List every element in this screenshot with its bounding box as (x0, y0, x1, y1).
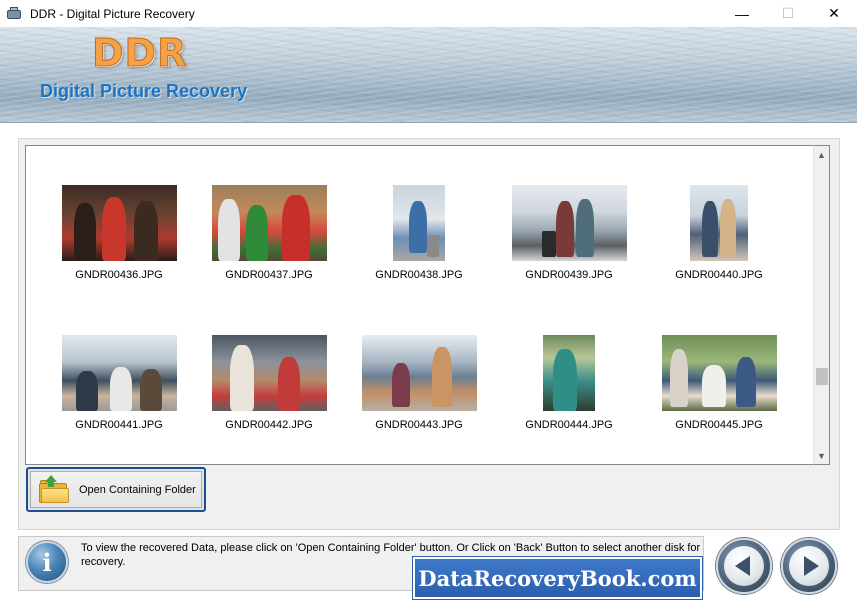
open-containing-folder-button-face[interactable]: Open Containing Folder (30, 471, 202, 508)
arrow-left-icon (734, 556, 750, 576)
file-item[interactable]: GNDR00444.JPG (494, 335, 644, 431)
file-thumbnail[interactable] (211, 185, 327, 261)
info-icon: i (26, 541, 68, 583)
file-item[interactable]: GNDR00436.JPG (44, 185, 194, 281)
file-name: GNDR00445.JPG (675, 419, 763, 431)
photo-image (511, 185, 627, 261)
banner-subtitle: Digital Picture Recovery (40, 81, 248, 101)
photo-image (543, 335, 595, 411)
scrollbar-thumb[interactable] (816, 368, 828, 385)
file-item[interactable]: GNDR00437.JPG (194, 185, 344, 281)
photo-image (61, 335, 177, 411)
file-name: GNDR00436.JPG (75, 269, 163, 281)
maximize-button[interactable]: ☐ (765, 0, 811, 27)
file-thumbnail[interactable] (511, 185, 627, 261)
app-banner: DDR Digital Picture Recovery (0, 27, 857, 123)
file-thumbnail[interactable] (211, 335, 327, 411)
close-button[interactable]: ✕ (811, 0, 857, 27)
photo-image (661, 335, 777, 411)
photo-image (393, 185, 445, 261)
file-thumbnail[interactable] (361, 335, 477, 411)
file-name: GNDR00439.JPG (525, 269, 613, 281)
grid-scrollbar[interactable]: ▲ ▼ (813, 145, 830, 465)
photo-image (690, 185, 748, 261)
title-bar: DDR - Digital Picture Recovery — ☐ ✕ (0, 0, 857, 27)
file-name: GNDR00442.JPG (225, 419, 313, 431)
next-button-face (789, 546, 829, 586)
app-icon (6, 6, 22, 21)
folder-icon (39, 474, 69, 503)
back-button-face (724, 546, 764, 586)
file-name: GNDR00438.JPG (375, 269, 463, 281)
file-name: GNDR00441.JPG (75, 419, 163, 431)
file-name: GNDR00444.JPG (525, 419, 613, 431)
photo-image (211, 335, 327, 411)
file-thumbnail[interactable] (61, 185, 177, 261)
scroll-down-icon[interactable]: ▼ (814, 447, 829, 464)
file-item[interactable]: GNDR00440.JPG (644, 185, 794, 281)
file-item[interactable]: GNDR00439.JPG (494, 185, 644, 281)
file-thumbnail[interactable] (690, 185, 748, 261)
file-item[interactable]: GNDR00445.JPG (644, 335, 794, 431)
open-containing-folder-button[interactable]: Open Containing Folder (26, 467, 206, 512)
ddr-logo: DDR (91, 31, 188, 76)
file-item[interactable]: GNDR00442.JPG (194, 335, 344, 431)
window-title: DDR - Digital Picture Recovery (30, 6, 195, 21)
file-thumbnail[interactable] (661, 335, 777, 411)
file-name: GNDR00437.JPG (225, 269, 313, 281)
file-name: GNDR00440.JPG (675, 269, 763, 281)
back-button[interactable] (716, 538, 772, 594)
open-folder-label: Open Containing Folder (79, 483, 196, 496)
file-item[interactable]: GNDR00441.JPG (44, 335, 194, 431)
file-item[interactable]: GNDR00438.JPG (344, 185, 494, 281)
photo-image (211, 185, 327, 261)
file-thumbnail[interactable] (61, 335, 177, 411)
minimize-button[interactable]: — (719, 0, 765, 27)
file-item[interactable]: GNDR00443.JPG (344, 335, 494, 431)
window-controls: — ☐ ✕ (719, 0, 857, 27)
watermark-banner: DataRecoveryBook.com (413, 557, 702, 599)
file-thumbnail[interactable] (543, 335, 595, 411)
photo-image (361, 335, 477, 411)
photo-image (61, 185, 177, 261)
arrow-right-icon (803, 556, 819, 576)
recovered-files-grid[interactable]: GNDR00436.JPG GNDR00437.JPG GNDR00438.JP… (25, 145, 813, 465)
file-thumbnail[interactable] (393, 185, 445, 261)
scroll-up-icon[interactable]: ▲ (814, 146, 829, 163)
file-name: GNDR00443.JPG (375, 419, 463, 431)
next-button[interactable] (781, 538, 837, 594)
